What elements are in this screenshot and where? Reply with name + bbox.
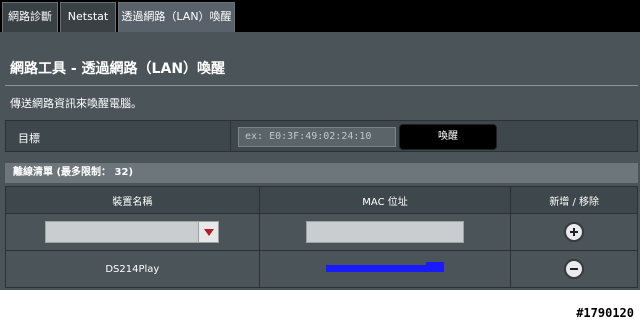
tab-wake-on-lan[interactable]: 透過網路（LAN）喚醒 [118, 2, 235, 32]
offline-list-header: 離線清單 (最多限制： 32) [5, 163, 638, 183]
divider [5, 85, 638, 86]
dropdown-button[interactable] [198, 222, 219, 242]
tab-label: Netstat [67, 10, 109, 23]
device-name-cell: DS214Play [5, 250, 260, 288]
cell-separator [230, 121, 231, 151]
target-row: 目標 ex: E0:3F:49:02:24:10 喚醒 [5, 120, 638, 152]
mac-input-cell [258, 213, 512, 251]
table-header-row: 裝置名稱 MAC 位址 新增 / 移除 [5, 186, 638, 214]
redacted-mac-address [326, 262, 445, 272]
column-header-mac-address: MAC 位址 [258, 186, 512, 214]
tab-label: 網路診斷 [8, 10, 52, 23]
page-title: 網路工具 - 透過網路（LAN）喚醒 [10, 61, 226, 77]
page-description: 傳送網路資訊來喚醒電腦。 [10, 97, 142, 110]
device-name-select[interactable] [45, 221, 220, 243]
offline-list-table: 裝置名稱 MAC 位址 新增 / 移除 DS214Play [5, 186, 638, 288]
add-cell [510, 213, 638, 251]
minus-circle-icon[interactable] [564, 259, 585, 279]
plus-circle-icon[interactable] [564, 222, 585, 242]
table-input-row [5, 213, 638, 251]
remove-cell [510, 250, 638, 288]
dropdown-arrow-icon [204, 229, 215, 236]
tab-netstat[interactable]: Netstat [60, 2, 116, 32]
image-watermark: #1790120 [576, 306, 634, 320]
mac-address-cell [258, 250, 512, 288]
target-mac-input[interactable]: ex: E0:3F:49:02:24:10 [238, 127, 396, 147]
mac-address-input[interactable] [306, 221, 465, 243]
wake-button[interactable]: 喚醒 [399, 124, 497, 150]
table-row: DS214Play [5, 250, 638, 288]
device-select-cell [5, 213, 260, 251]
tab-bar: 網路診斷 Netstat 透過網路（LAN）喚醒 [0, 0, 640, 32]
column-header-add-remove: 新增 / 移除 [510, 186, 638, 214]
target-label: 目標 [18, 132, 40, 145]
tab-network-diagnostics[interactable]: 網路診斷 [2, 2, 58, 32]
column-header-device-name: 裝置名稱 [5, 186, 260, 214]
tab-label: 透過網路（LAN）喚醒 [121, 10, 232, 23]
